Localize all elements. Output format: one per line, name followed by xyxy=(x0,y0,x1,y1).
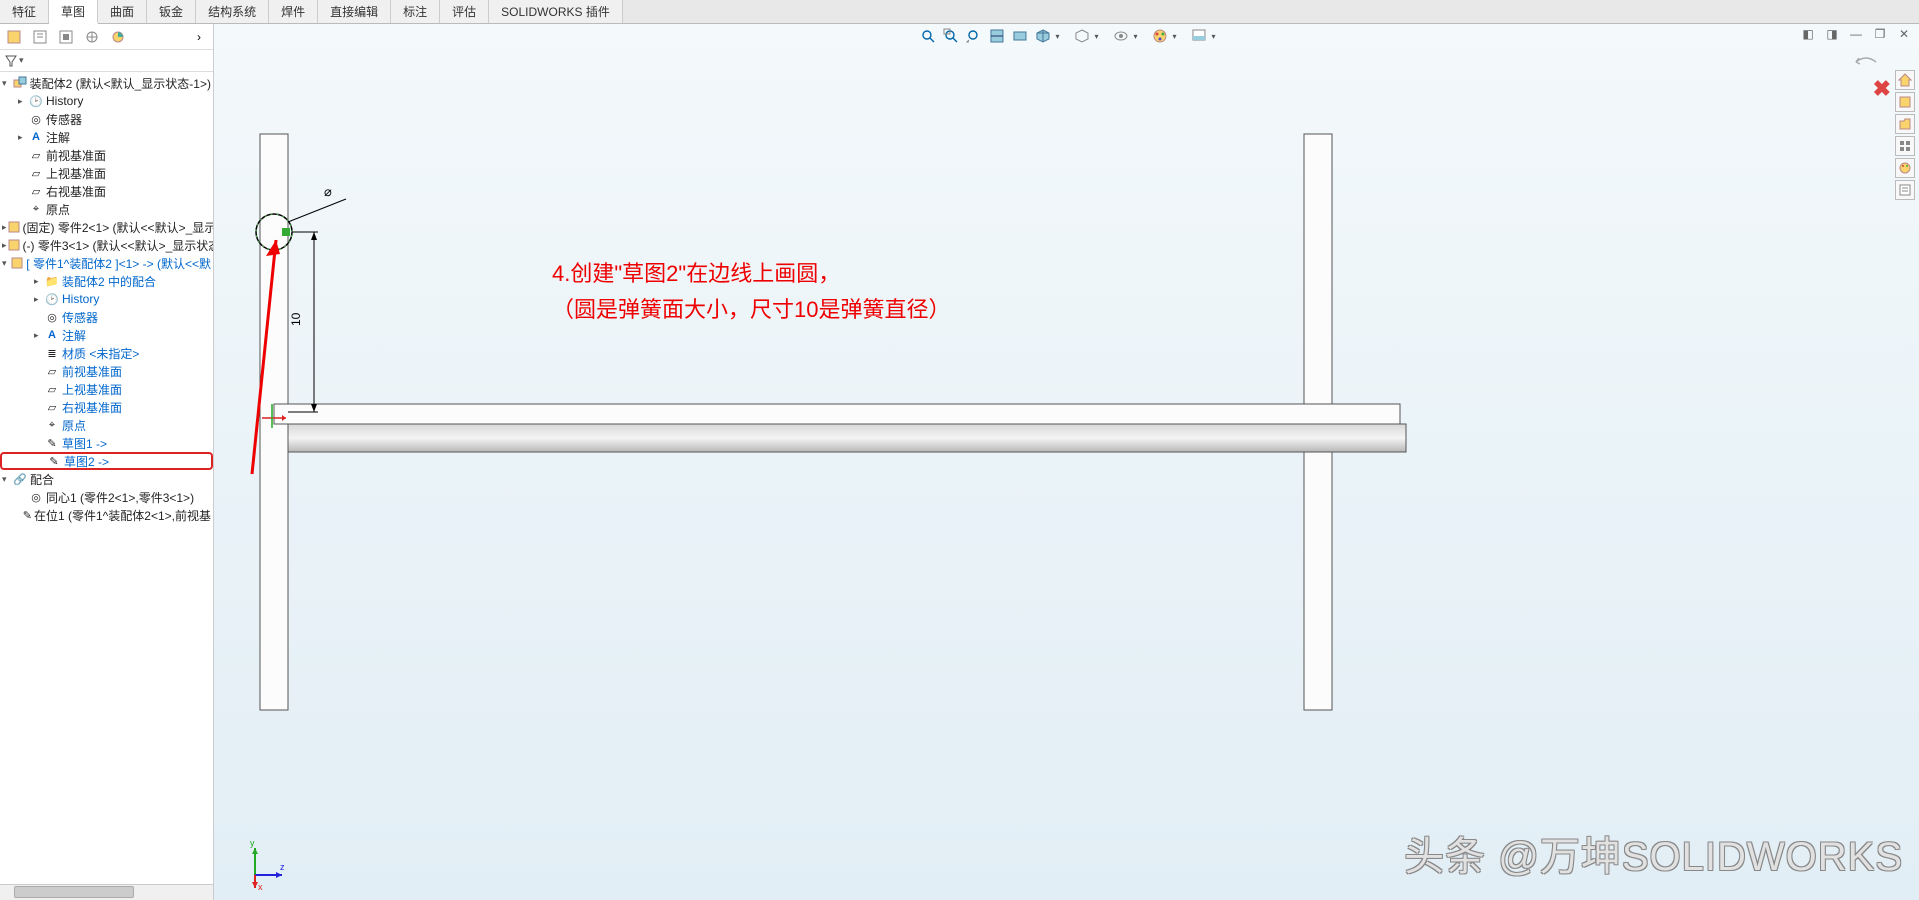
sketch-icon: ✎ xyxy=(46,454,62,468)
annotation-text-1: 4.创建"草图2"在边线上画圆， xyxy=(552,256,840,288)
material-icon: ≣ xyxy=(44,346,60,360)
tree-sketch2[interactable]: ✎草图2 -> xyxy=(0,452,213,470)
folder-icon: 🕑 xyxy=(28,94,44,108)
dimxpert-tab-icon[interactable] xyxy=(80,26,104,48)
tab-annotate[interactable]: 标注 xyxy=(391,0,440,23)
tree-hscrollbar[interactable] xyxy=(0,884,213,900)
tree-plane-right2[interactable]: ▱右视基准面 xyxy=(0,398,213,416)
tree-material[interactable]: ≣材质 <未指定> xyxy=(0,344,213,362)
svg-text:x: x xyxy=(258,882,263,890)
scrollbar-thumb[interactable] xyxy=(14,886,134,898)
plane-icon: ▱ xyxy=(28,148,44,162)
sensor-icon: ◎ xyxy=(44,310,60,324)
diameter-symbol: ⌀ xyxy=(324,184,332,199)
folder-icon: 📁 xyxy=(44,274,60,288)
tree-plane-right[interactable]: ▱右视基准面 xyxy=(0,182,213,200)
tree-origin[interactable]: ⌖原点 xyxy=(0,200,213,218)
tree-mate-concentric[interactable]: ◎同心1 (零件2<1>,零件3<1>) xyxy=(0,488,213,506)
tree-history2[interactable]: ▸🕑History xyxy=(0,290,213,308)
part-icon xyxy=(7,220,21,234)
tree-history[interactable]: ▸🕑History xyxy=(0,92,213,110)
plane-icon: ▱ xyxy=(44,364,60,378)
plane-icon: ▱ xyxy=(28,166,44,180)
coordinate-triad: y z x xyxy=(240,840,290,890)
tree-plane-top2[interactable]: ▱上视基准面 xyxy=(0,380,213,398)
tree-mate-inplace[interactable]: ✎在位1 (零件1^装配体2<1>,前视基 xyxy=(0,506,213,524)
filter-icon xyxy=(4,54,18,68)
tree-root[interactable]: ▾ 装配体2 (默认<默认_显示状态-1>) xyxy=(0,74,213,92)
sensor-icon: ◎ xyxy=(28,112,44,126)
command-manager-tabs: 特征 草图 曲面 钣金 结构系统 焊件 直接编辑 标注 评估 SOLIDWORK… xyxy=(0,0,1919,24)
annotation-arrow xyxy=(314,244,574,504)
tree-filter[interactable]: ▾ xyxy=(0,50,213,72)
tree-mates[interactable]: ▾🔗配合 xyxy=(0,470,213,488)
tree-part1-virtual[interactable]: ▾[ 零件1^装配体2 ]<1> -> (默认<<默 xyxy=(0,254,213,272)
tab-directedit[interactable]: 直接编辑 xyxy=(318,0,391,23)
tab-weldment[interactable]: 焊件 xyxy=(269,0,318,23)
origin-icon: ⌖ xyxy=(28,202,44,216)
tree-sensors2[interactable]: ◎传感器 xyxy=(0,308,213,326)
assembly-icon xyxy=(12,76,28,90)
tree-sensors[interactable]: ◎传感器 xyxy=(0,110,213,128)
display-tab-icon[interactable] xyxy=(106,26,130,48)
sketch-icon: ✎ xyxy=(44,436,60,450)
tab-features[interactable]: 特征 xyxy=(0,0,49,23)
mates-icon: 🔗 xyxy=(12,472,28,486)
inplace-icon: ✎ xyxy=(23,508,32,522)
svg-text:z: z xyxy=(280,862,285,872)
tab-surface[interactable]: 曲面 xyxy=(98,0,147,23)
feature-tree[interactable]: ▾ 装配体2 (默认<默认_显示状态-1>) ▸🕑History ◎传感器 ▸A… xyxy=(0,72,213,884)
tab-swaddins[interactable]: SOLIDWORKS 插件 xyxy=(489,0,623,23)
tree-annotations[interactable]: ▸A注解 xyxy=(0,128,213,146)
concentric-icon: ◎ xyxy=(28,490,44,504)
tree-plane-front[interactable]: ▱前视基准面 xyxy=(0,146,213,164)
tree-annotations2[interactable]: ▸A注解 xyxy=(0,326,213,344)
dimension-value: 10 xyxy=(289,312,303,326)
config-tab-icon[interactable] xyxy=(54,26,78,48)
tree-part3[interactable]: ▸(-) 零件3<1> (默认<<默认>_显示状态 xyxy=(0,236,213,254)
part-icon xyxy=(7,238,21,252)
folder-icon: 🕑 xyxy=(44,292,60,306)
plane-icon: ▱ xyxy=(28,184,44,198)
annotation-text-2: （圆是弹簧面大小，尺寸10是弹簧直径） xyxy=(552,292,950,324)
property-tab-icon[interactable] xyxy=(28,26,52,48)
panel-toolbar: › xyxy=(0,24,213,50)
expand-panel-icon[interactable]: › xyxy=(187,26,211,48)
feature-tree-tab-icon[interactable] xyxy=(2,26,26,48)
tree-plane-top[interactable]: ▱上视基准面 xyxy=(0,164,213,182)
tree-sketch1[interactable]: ✎草图1 -> xyxy=(0,434,213,452)
tab-sheetmetal[interactable]: 钣金 xyxy=(147,0,196,23)
tab-sketch[interactable]: 草图 xyxy=(49,0,98,24)
tree-origin2[interactable]: ⌖原点 xyxy=(0,416,213,434)
tree-plane-front2[interactable]: ▱前视基准面 xyxy=(0,362,213,380)
tab-evaluate[interactable]: 评估 xyxy=(440,0,489,23)
plane-icon: ▱ xyxy=(44,382,60,396)
annotation-icon: A xyxy=(44,328,60,342)
tree-part2[interactable]: ▸(固定) 零件2<1> (默认<<默认>_显示 xyxy=(0,218,213,236)
part-icon xyxy=(10,256,24,270)
tree-mates-in-asm[interactable]: ▸📁装配体2 中的配合 xyxy=(0,272,213,290)
watermark-text: 头条 @万坤SOLIDWORKS xyxy=(1404,824,1903,882)
feature-manager-panel: › ▾ ▾ 装配体2 (默认<默认_显示状态-1>) ▸🕑History ◎传感… xyxy=(0,24,214,900)
annotation-icon: A xyxy=(28,130,44,144)
tab-structure[interactable]: 结构系统 xyxy=(196,0,269,23)
svg-text:y: y xyxy=(250,840,255,848)
graphics-viewport[interactable]: ▾ ▾ ▾ ▾ ▾ ◧ ◨ — ❐ ✕ ✖ xyxy=(214,24,1919,900)
origin-icon: ⌖ xyxy=(44,418,60,432)
plane-icon: ▱ xyxy=(44,400,60,414)
